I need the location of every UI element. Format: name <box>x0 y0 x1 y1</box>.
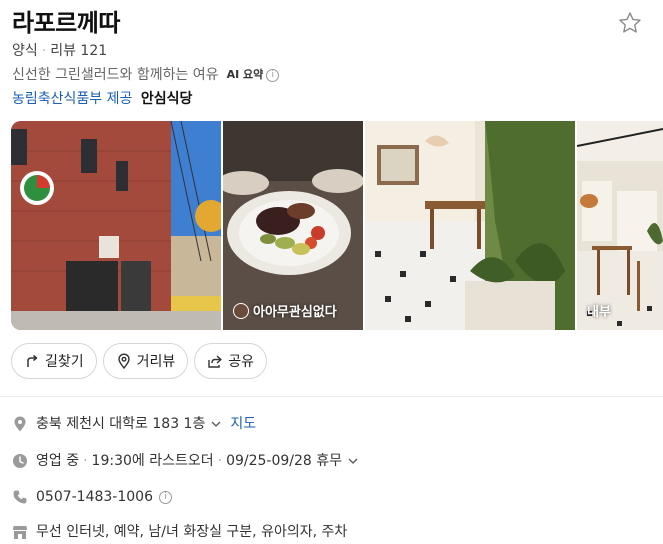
photo-exterior[interactable] <box>11 121 221 330</box>
share-label: 공유 <box>228 354 255 370</box>
ai-summary-label: AI 요약 <box>226 68 264 81</box>
hours-separator: · <box>217 453 223 469</box>
section-divider <box>0 396 663 397</box>
photo-food[interactable]: 아아무관심없다 <box>223 121 363 330</box>
holiday-text: 09/25-09/28 휴무 <box>226 453 343 469</box>
certifier-link[interactable]: 농림축산식품부 제공 <box>12 91 132 107</box>
summary-text: 신선한 그린샐러드와 함께하는 여유 <box>12 67 219 83</box>
share-icon <box>208 355 222 368</box>
info-icon[interactable]: i <box>159 490 172 504</box>
hours-separator: · <box>83 453 88 469</box>
review-count[interactable]: 리뷰 121 <box>50 43 107 59</box>
chevron-down-icon[interactable] <box>210 418 222 430</box>
location-pin-icon <box>14 416 26 432</box>
ai-summary-tag[interactable]: AI 요약 i <box>227 65 280 85</box>
map-link[interactable]: 지도 <box>230 414 256 434</box>
clock-icon <box>13 454 27 468</box>
last-order-text: 19:30에 라스트오더 <box>91 453 214 469</box>
caption-text: 아아무관심없다 <box>253 305 337 320</box>
chevron-down-icon[interactable] <box>347 455 359 467</box>
address-text: 충북 제천시 대학로 183 1층 <box>36 416 206 432</box>
photo-interior[interactable]: 내부 <box>577 121 663 330</box>
action-buttons: 길찾기 거리뷰 공유 <box>11 343 268 379</box>
street-view-button[interactable]: 거리뷰 <box>102 343 189 379</box>
category-label: 양식 <box>12 43 38 59</box>
open-status: 영업 중 <box>36 453 80 469</box>
title-row: 라포르께따 <box>12 6 651 40</box>
hours-row: 영업 중 · 19:30에 라스트오더 · 09/25-09/28 휴무 <box>12 451 359 471</box>
photo-gallery: 아아무관심없다 내부 <box>11 121 663 330</box>
phone-row: 0507-1483-1006 i <box>12 487 172 507</box>
place-title: 라포르께따 <box>12 9 120 37</box>
location-pin-icon <box>117 353 130 369</box>
photo-interior-plants[interactable] <box>365 121 575 330</box>
amenities-row: 무선 인터넷, 예약, 남/녀 화장실 구분, 유아의자, 주차 <box>12 522 347 542</box>
safe-restaurant-badge: 안심식당 <box>140 91 193 107</box>
meta-row: 양식 · 리뷰 121 <box>12 41 107 61</box>
phone-number[interactable]: 0507-1483-1006 <box>36 487 153 507</box>
meta-dot: · <box>41 43 47 59</box>
directions-button[interactable]: 길찾기 <box>11 343 97 379</box>
certification-row: 농림축산식품부 제공 안심식당 <box>12 89 192 109</box>
info-icon: i <box>266 68 280 82</box>
photo-caption: 내부 <box>587 301 611 320</box>
share-button[interactable]: 공유 <box>194 343 268 379</box>
caption-text: 내부 <box>587 305 611 320</box>
star-icon[interactable] <box>617 10 643 36</box>
amenities-text: 무선 인터넷, 예약, 남/녀 화장실 구분, 유아의자, 주차 <box>36 524 348 540</box>
avatar <box>233 302 249 319</box>
photo-caption: 아아무관심없다 <box>233 301 337 320</box>
directions-icon <box>27 354 38 367</box>
summary-row: 신선한 그린샐러드와 함께하는 여유 AI 요약 i <box>12 65 280 85</box>
address-row: 충북 제천시 대학로 183 1층 지도 <box>12 414 256 434</box>
street-view-label: 거리뷰 <box>136 354 176 370</box>
store-icon <box>13 526 27 539</box>
phone-icon <box>13 490 27 504</box>
directions-label: 길찾기 <box>45 354 84 370</box>
